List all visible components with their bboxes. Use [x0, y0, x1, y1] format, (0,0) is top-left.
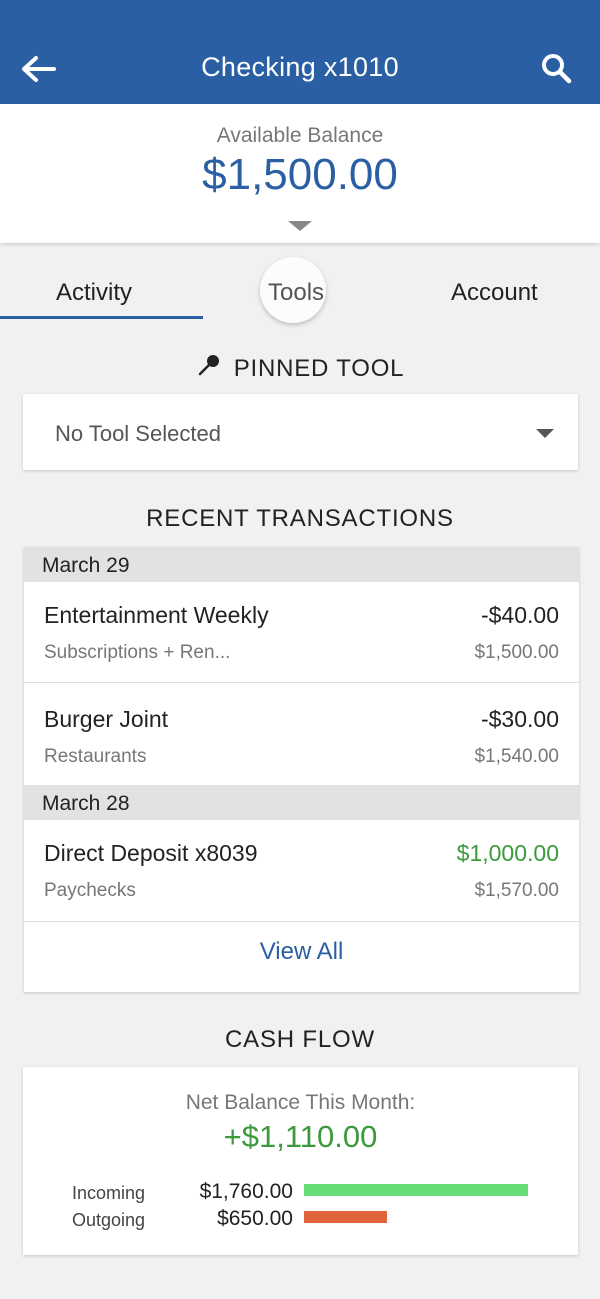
tab-tools[interactable]: Tools — [268, 279, 324, 307]
divider — [24, 682, 579, 683]
transaction-name: Burger Joint — [44, 706, 169, 732]
tab-activity[interactable]: Activity — [56, 279, 132, 307]
cash-flow-heading: CASH FLOW — [225, 1026, 375, 1053]
transaction-category: Restaurants — [44, 746, 147, 767]
balance-label: Available Balance — [216, 124, 384, 147]
chevron-down-icon[interactable] — [288, 221, 312, 231]
transaction-name: Direct Deposit x8039 — [44, 840, 258, 866]
transaction-row[interactable]: Burger Joint Restaurants -$30.00 $1,540.… — [24, 686, 579, 788]
tab-account[interactable]: Account — [451, 279, 538, 307]
balance-panel: Available Balance $1,500.00 — [0, 104, 600, 243]
balance-amount: $1,500.00 — [202, 150, 398, 199]
pinned-tool-heading: PINNED TOOL — [0, 352, 600, 385]
cash-flow-card[interactable]: Net Balance This Month: +$1,110.00 Incom… — [23, 1067, 578, 1255]
transaction-amount: -$30.00 — [480, 706, 559, 732]
transaction-row[interactable]: Entertainment Weekly Subscriptions + Ren… — [24, 582, 579, 684]
transactions-card: March 29 Entertainment Weekly Subscripti… — [24, 547, 579, 992]
date-header: March 28 — [24, 785, 579, 820]
transaction-name: Entertainment Weekly — [44, 602, 269, 628]
recent-transactions-heading: RECENT TRANSACTIONS — [146, 505, 454, 532]
transaction-category: Paychecks — [44, 880, 136, 901]
net-balance-label: Net Balance This Month: — [185, 1091, 416, 1114]
active-tab-indicator — [0, 316, 203, 319]
date-header: March 29 — [24, 547, 579, 582]
transaction-amount: $1,000.00 — [456, 840, 559, 866]
view-all-link[interactable]: View All — [24, 938, 579, 966]
incoming-row: Incoming $1,760.00 — [23, 1179, 578, 1207]
incoming-bar — [304, 1184, 528, 1196]
incoming-label: Incoming — [72, 1183, 146, 1203]
outgoing-bar — [304, 1211, 387, 1223]
pinned-tool-title: PINNED TOOL — [233, 354, 405, 382]
dropdown-arrow-icon — [536, 429, 554, 438]
outgoing-value: $650.00 — [217, 1207, 293, 1230]
transaction-balance: $1,540.00 — [474, 746, 559, 767]
app-header: Checking x1010 — [0, 0, 600, 104]
outgoing-row: Outgoing $650.00 — [23, 1206, 578, 1234]
transaction-balance: $1,500.00 — [474, 642, 559, 663]
pinned-tool-value: No Tool Selected — [55, 421, 221, 446]
outgoing-label: Outgoing — [72, 1210, 146, 1230]
transaction-row[interactable]: Direct Deposit x8039 Paychecks $1,000.00… — [24, 820, 579, 922]
page-title: Checking x1010 — [201, 52, 399, 82]
net-balance-amount: +$1,110.00 — [223, 1119, 378, 1154]
transaction-category: Subscriptions + Ren... — [44, 642, 231, 663]
transaction-balance: $1,570.00 — [474, 880, 559, 901]
pinned-tool-dropdown[interactable]: No Tool Selected — [23, 394, 578, 470]
pin-icon — [196, 352, 222, 385]
tab-bar: Activity Tools Account — [0, 243, 600, 323]
transaction-amount: -$40.00 — [480, 602, 559, 628]
incoming-value: $1,760.00 — [199, 1180, 293, 1203]
search-icon[interactable] — [540, 52, 576, 88]
divider — [24, 921, 579, 922]
